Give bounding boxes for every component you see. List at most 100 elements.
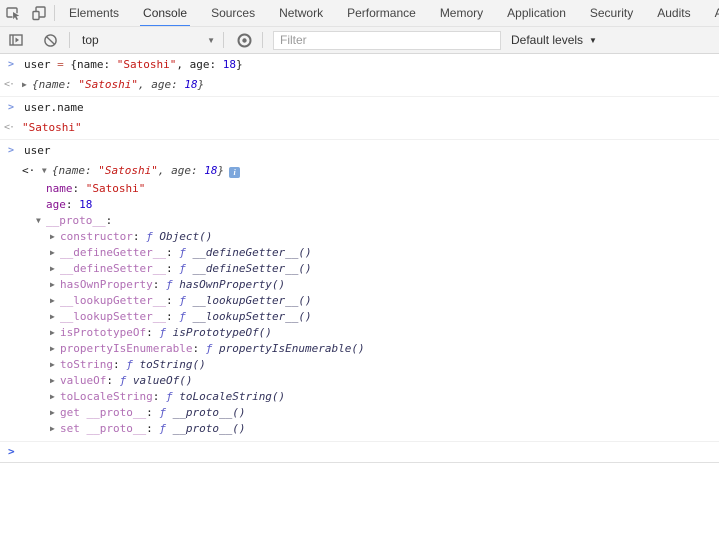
divider bbox=[223, 32, 224, 48]
code-number: 18 bbox=[223, 58, 236, 71]
collapse-triangle-icon[interactable]: ▼ bbox=[42, 163, 52, 179]
function-prefix: ƒ bbox=[179, 310, 186, 323]
property-row: name: "Satoshi" bbox=[0, 181, 719, 197]
property-name: constructor bbox=[60, 230, 133, 243]
expand-triangle-icon[interactable]: ▶ bbox=[50, 421, 60, 437]
expand-triangle-icon[interactable]: ▶ bbox=[50, 245, 60, 261]
property-name: __proto__ bbox=[46, 214, 106, 227]
tab-elements[interactable]: Elements bbox=[57, 0, 131, 27]
function-prefix: ƒ bbox=[159, 406, 166, 419]
function-prefix: ƒ bbox=[206, 342, 213, 355]
command-chevron-icon: > bbox=[8, 100, 14, 116]
property-row: ▶get __proto__: ƒ __proto__() bbox=[0, 405, 719, 421]
expand-triangle-icon[interactable]: ▶ bbox=[50, 357, 60, 373]
tab-clipped[interactable]: A bbox=[703, 0, 719, 27]
function-signature: toLocaleString() bbox=[179, 390, 285, 403]
property-separator: : bbox=[113, 358, 126, 371]
evaluated-info-icon[interactable]: i bbox=[229, 167, 240, 178]
property-name: __defineSetter__ bbox=[60, 262, 166, 275]
tab-sources[interactable]: Sources bbox=[199, 0, 267, 27]
divider bbox=[262, 32, 263, 48]
log-levels-label: Default levels bbox=[511, 33, 583, 47]
property-row: ▶__defineSetter__: ƒ __defineSetter__() bbox=[0, 261, 719, 277]
inspect-element-button[interactable] bbox=[0, 1, 26, 25]
console-toolbar: top ▼ Default levels ▼ bbox=[0, 27, 719, 54]
eye-icon bbox=[236, 32, 253, 49]
expand-triangle-icon[interactable]: ▶ bbox=[50, 309, 60, 325]
tab-console[interactable]: Console bbox=[131, 0, 199, 27]
code-text: user bbox=[24, 144, 51, 157]
function-prefix: ƒ bbox=[159, 326, 166, 339]
tab-label: Network bbox=[279, 6, 323, 20]
divider bbox=[69, 32, 70, 48]
proto-row: ▼__proto__: bbox=[0, 213, 719, 229]
code-text: } bbox=[236, 58, 243, 71]
property-name: propertyIsEnumerable bbox=[60, 342, 192, 355]
tab-network[interactable]: Network bbox=[267, 0, 335, 27]
expand-triangle-icon[interactable]: ▶ bbox=[50, 389, 60, 405]
property-row: ▶constructor: ƒ Object() bbox=[0, 229, 719, 245]
property-row: ▶toString: ƒ toString() bbox=[0, 357, 719, 373]
property-name: name bbox=[46, 182, 73, 195]
property-separator: : bbox=[146, 326, 159, 339]
property-row: age: 18 bbox=[0, 197, 719, 213]
tab-memory[interactable]: Memory bbox=[428, 0, 495, 27]
function-signature: Object() bbox=[159, 230, 212, 243]
function-prefix: ƒ bbox=[126, 358, 133, 371]
expand-triangle-icon[interactable]: ▶ bbox=[50, 293, 60, 309]
expand-triangle-icon[interactable]: ▶ bbox=[50, 373, 60, 389]
object-preview: {name: bbox=[52, 164, 98, 177]
tab-security[interactable]: Security bbox=[578, 0, 645, 27]
chevron-down-icon: ▼ bbox=[207, 36, 215, 45]
function-prefix: ƒ bbox=[179, 246, 186, 259]
function-prefix: ƒ bbox=[179, 262, 186, 275]
expand-triangle-icon[interactable]: ▶ bbox=[50, 341, 60, 357]
property-separator: : bbox=[166, 262, 179, 275]
clear-console-button[interactable] bbox=[37, 28, 63, 52]
function-signature: valueOf() bbox=[133, 374, 193, 387]
property-value-string: "Satoshi" bbox=[86, 182, 146, 195]
filter-input[interactable] bbox=[273, 31, 501, 50]
property-name: __lookupGetter__ bbox=[60, 294, 166, 307]
code-text: , age: bbox=[176, 58, 222, 71]
log-levels-dropdown[interactable]: Default levels ▼ bbox=[511, 33, 597, 47]
device-toolbar-icon bbox=[31, 5, 47, 21]
command-chevron-icon: > bbox=[8, 143, 14, 159]
tab-label: Application bbox=[507, 6, 566, 20]
tab-performance[interactable]: Performance bbox=[335, 0, 428, 27]
code-text: user bbox=[24, 58, 57, 71]
javascript-context-selector[interactable]: top ▼ bbox=[82, 33, 215, 47]
tab-label: Performance bbox=[347, 6, 416, 20]
collapse-triangle-icon[interactable]: ▼ bbox=[36, 213, 46, 229]
tab-audits[interactable]: Audits bbox=[645, 0, 702, 27]
create-live-expression-button[interactable] bbox=[231, 28, 257, 52]
function-signature: __lookupGetter__() bbox=[192, 294, 311, 307]
property-separator: : bbox=[106, 374, 119, 387]
expand-triangle-icon[interactable]: ▶ bbox=[22, 77, 32, 93]
function-signature: isPrototypeOf() bbox=[173, 326, 272, 339]
function-prefix: ƒ bbox=[146, 230, 153, 243]
console-command: > user = {name: "Satoshi", age: 18} bbox=[0, 55, 719, 75]
expand-triangle-icon[interactable]: ▶ bbox=[50, 261, 60, 277]
tab-label: Audits bbox=[657, 6, 690, 20]
result-arrow-icon: <· bbox=[4, 120, 14, 136]
console-command: > user.name bbox=[0, 98, 719, 118]
show-console-sidebar-button[interactable] bbox=[3, 28, 29, 52]
code-string: "Satoshi" bbox=[117, 58, 177, 71]
function-signature: __defineSetter__() bbox=[192, 262, 311, 275]
function-prefix: ƒ bbox=[120, 374, 127, 387]
object-preview-string: "Satoshi" bbox=[78, 78, 138, 91]
console-prompt[interactable]: > bbox=[0, 442, 719, 463]
expand-triangle-icon[interactable]: ▶ bbox=[50, 229, 60, 245]
devtools-window: Elements Console Sources Network Perform… bbox=[0, 0, 719, 463]
tab-application[interactable]: Application bbox=[495, 0, 578, 27]
function-signature: toString() bbox=[139, 358, 205, 371]
expand-triangle-icon[interactable]: ▶ bbox=[50, 405, 60, 421]
expand-triangle-icon[interactable]: ▶ bbox=[50, 277, 60, 293]
property-name: isPrototypeOf bbox=[60, 326, 146, 339]
expand-triangle-icon[interactable]: ▶ bbox=[50, 325, 60, 341]
object-preview-number: 18 bbox=[204, 164, 217, 177]
toggle-device-toolbar-button[interactable] bbox=[26, 1, 52, 25]
property-name: hasOwnProperty bbox=[60, 278, 153, 291]
property-value-number: 18 bbox=[79, 198, 92, 211]
